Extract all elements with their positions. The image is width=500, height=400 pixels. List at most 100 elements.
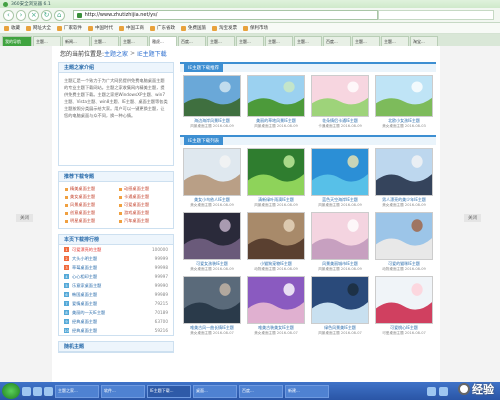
bookmark-item[interactable]: 淘宝发票 bbox=[212, 25, 237, 31]
topic-link[interactable]: 卡通桌面主题 bbox=[119, 194, 167, 200]
theme-thumbnail[interactable] bbox=[183, 75, 241, 117]
tab[interactable]: 主题... bbox=[381, 36, 409, 46]
home-icon[interactable]: ⌂ bbox=[53, 9, 65, 21]
refresh-icon[interactable]: ↻ bbox=[41, 9, 52, 21]
theme-card[interactable]: 花朵情侣卡通IE主题 卡通桌面主题 2016-08-09 bbox=[310, 75, 370, 131]
taskbar-task[interactable]: 新建... bbox=[285, 384, 329, 398]
ranking-row[interactable]: 9 经典桌面主题 63700 bbox=[59, 317, 173, 326]
topic-link[interactable]: 创意桌面主题 bbox=[65, 210, 113, 216]
theme-card[interactable]: 可爱桃心IE主题 可爱桌面主题 2016-08-07 bbox=[374, 276, 434, 338]
ranking-row[interactable]: 10 经典桌面主题 59216 bbox=[59, 326, 173, 335]
breadcrumb-current-link[interactable]: IE主题下载 bbox=[137, 49, 167, 58]
taskbar-task[interactable]: 软件... bbox=[101, 384, 145, 398]
folder-icon bbox=[57, 25, 62, 31]
taskbar-task[interactable]: 主题之家... bbox=[55, 384, 99, 398]
theme-thumbnail[interactable] bbox=[247, 75, 305, 117]
bookmark-item[interactable]: 收藏 bbox=[4, 25, 20, 31]
side-panel-close-button[interactable]: 关闭 bbox=[16, 214, 33, 222]
ranking-row[interactable]: 7 爱情桌面主题 79215 bbox=[59, 299, 173, 308]
theme-card[interactable]: 清新绿叶雨滴IE主题 风景桌面主题 2016-08-09 bbox=[246, 148, 306, 210]
topic-link[interactable]: 精美桌面主题 bbox=[65, 186, 113, 192]
theme-thumbnail[interactable] bbox=[247, 148, 305, 196]
bookmark-item[interactable]: 保利市场 bbox=[243, 25, 268, 31]
theme-card[interactable]: 男人漂亮的美少年IE主题 美女桌面主题 2016-08-09 bbox=[374, 148, 434, 210]
tab[interactable]: 淘宝... bbox=[410, 36, 438, 46]
tab-my-nav[interactable]: 我的导航 bbox=[2, 36, 32, 46]
topic-link[interactable]: 可爱桌面主题 bbox=[119, 202, 167, 208]
theme-card[interactable]: 唯美古装美女IE主题 美女桌面主题 2016-08-07 bbox=[246, 276, 306, 338]
theme-card[interactable]: 风景美丽城市IE主题 风景桌面主题 2016-08-09 bbox=[310, 212, 370, 274]
theme-thumbnail[interactable] bbox=[311, 212, 369, 260]
theme-card[interactable]: 海边海岸风景IE主题 风景桌面主题 2016-08-09 bbox=[182, 75, 242, 131]
tab[interactable]: 主题... bbox=[33, 36, 61, 46]
theme-thumbnail[interactable] bbox=[375, 148, 433, 196]
quick-launch-icon[interactable] bbox=[44, 386, 53, 396]
tab[interactable]: 主题... bbox=[294, 36, 322, 46]
theme-card[interactable]: 可爱的猫咪IE主题 动物桌面主题 2016-08-09 bbox=[374, 212, 434, 274]
theme-thumbnail[interactable] bbox=[375, 212, 433, 260]
theme-thumbnail[interactable] bbox=[375, 75, 433, 117]
ranking-row[interactable]: 2 大头小明主题 99999 bbox=[59, 254, 173, 263]
bookmark-item[interactable]: 广东省政 bbox=[150, 25, 175, 31]
bookmark-item[interactable]: 免费国旅 bbox=[181, 25, 206, 31]
theme-card[interactable]: 小猫狗宠物IE主题 动物桌面主题 2016-08-09 bbox=[246, 212, 306, 274]
tab[interactable]: 百度... bbox=[178, 36, 206, 46]
quick-launch-icon[interactable] bbox=[33, 386, 42, 396]
theme-thumbnail[interactable] bbox=[311, 148, 369, 196]
quick-launch-icon[interactable] bbox=[22, 386, 31, 396]
topic-link[interactable]: 动感桌面主题 bbox=[119, 186, 167, 192]
bookmark-item[interactable]: 厂家软件 bbox=[57, 25, 82, 31]
theme-card[interactable]: 蓝色天空海岸IE主题 风景桌面主题 2016-08-09 bbox=[310, 148, 370, 210]
theme-thumbnail[interactable] bbox=[183, 276, 241, 324]
tab[interactable]: 主题... bbox=[352, 36, 380, 46]
tray-icon[interactable] bbox=[439, 386, 448, 396]
theme-thumbnail[interactable] bbox=[311, 75, 369, 117]
topic-link[interactable]: 游戏桌面主题 bbox=[119, 210, 167, 216]
tab[interactable]: 百度... bbox=[323, 36, 351, 46]
tab[interactable]: 主题... bbox=[265, 36, 293, 46]
side-panel-close-button[interactable]: 关闭 bbox=[464, 214, 481, 222]
forward-arrow-icon[interactable]: › bbox=[15, 9, 27, 21]
theme-thumbnail[interactable] bbox=[183, 148, 241, 196]
topic-link[interactable]: 美女桌面主题 bbox=[65, 194, 113, 200]
bookmark-item[interactable]: 中国时代 bbox=[88, 25, 113, 31]
tab[interactable]: 新闻... bbox=[62, 36, 90, 46]
address-bar[interactable]: http://www.zhutizhijia.net/ys/ bbox=[72, 10, 378, 20]
bookmark-item[interactable]: 网址大全 bbox=[26, 25, 51, 31]
taskbar-task[interactable]: 桌面... bbox=[193, 384, 237, 398]
breadcrumb-home-link[interactable]: 主题之家 bbox=[104, 49, 128, 58]
topic-link[interactable]: 汽车桌面主题 bbox=[119, 218, 167, 224]
back-arrow-icon[interactable]: ‹ bbox=[3, 9, 14, 21]
tray-icon[interactable] bbox=[427, 386, 436, 396]
tab[interactable]: 主题... bbox=[120, 36, 148, 46]
bookmark-item[interactable]: 中国工商 bbox=[119, 25, 144, 31]
theme-card[interactable]: 可爱女孩装IE主题 美女桌面主题 2016-08-09 bbox=[182, 212, 242, 274]
tab[interactable]: 主题... bbox=[236, 36, 264, 46]
topic-link[interactable]: 风景桌面主题 bbox=[65, 202, 113, 208]
theme-thumbnail[interactable] bbox=[247, 276, 305, 324]
theme-thumbnail[interactable] bbox=[375, 276, 433, 324]
ranking-row[interactable]: 6 韩国桌面主题 99989 bbox=[59, 290, 173, 299]
search-box[interactable] bbox=[377, 10, 495, 20]
taskbar-task[interactable]: 百度... bbox=[239, 384, 283, 398]
theme-card[interactable]: 唯美古风一曲长情IE主题 美女桌面主题 2016-08-07 bbox=[182, 276, 242, 338]
ranking-row[interactable]: 8 美丽的一天IE主题 70189 bbox=[59, 308, 173, 317]
theme-card[interactable]: 绿色风景美IE主题 风景桌面主题 2016-08-07 bbox=[310, 276, 370, 338]
topic-link[interactable]: 明星桌面主题 bbox=[65, 218, 113, 224]
tab[interactable]: 主题... bbox=[91, 36, 119, 46]
close-icon[interactable]: × bbox=[28, 9, 40, 21]
theme-card[interactable]: 北欧小女孩IE主题 美女桌面主题 2016-08-03 bbox=[374, 75, 434, 131]
theme-card[interactable]: 美女小鸟依人IE主题 美女桌面主题 2016-08-09 bbox=[182, 148, 242, 210]
theme-thumbnail[interactable] bbox=[247, 212, 305, 260]
theme-thumbnail[interactable] bbox=[311, 276, 369, 324]
theme-card[interactable]: 美丽的草地风景IE主题 风景桌面主题 2016-08-09 bbox=[246, 75, 306, 131]
taskbar-task-active[interactable]: IE主题下载... bbox=[147, 384, 191, 398]
ranking-row[interactable]: 4 心心相印主题 99997 bbox=[59, 272, 173, 281]
ranking-row[interactable]: 5 乐意家桌面主题 99990 bbox=[59, 281, 173, 290]
ranking-row[interactable]: 1 可爱漂亮的主题 100000 bbox=[59, 245, 173, 254]
tab-active[interactable]: 雅虎... bbox=[149, 36, 177, 46]
tab[interactable]: 主题... bbox=[207, 36, 235, 46]
start-button[interactable] bbox=[2, 383, 20, 399]
ranking-row[interactable]: 3 草莓桌面主题 99998 bbox=[59, 263, 173, 272]
theme-thumbnail[interactable] bbox=[183, 212, 241, 260]
